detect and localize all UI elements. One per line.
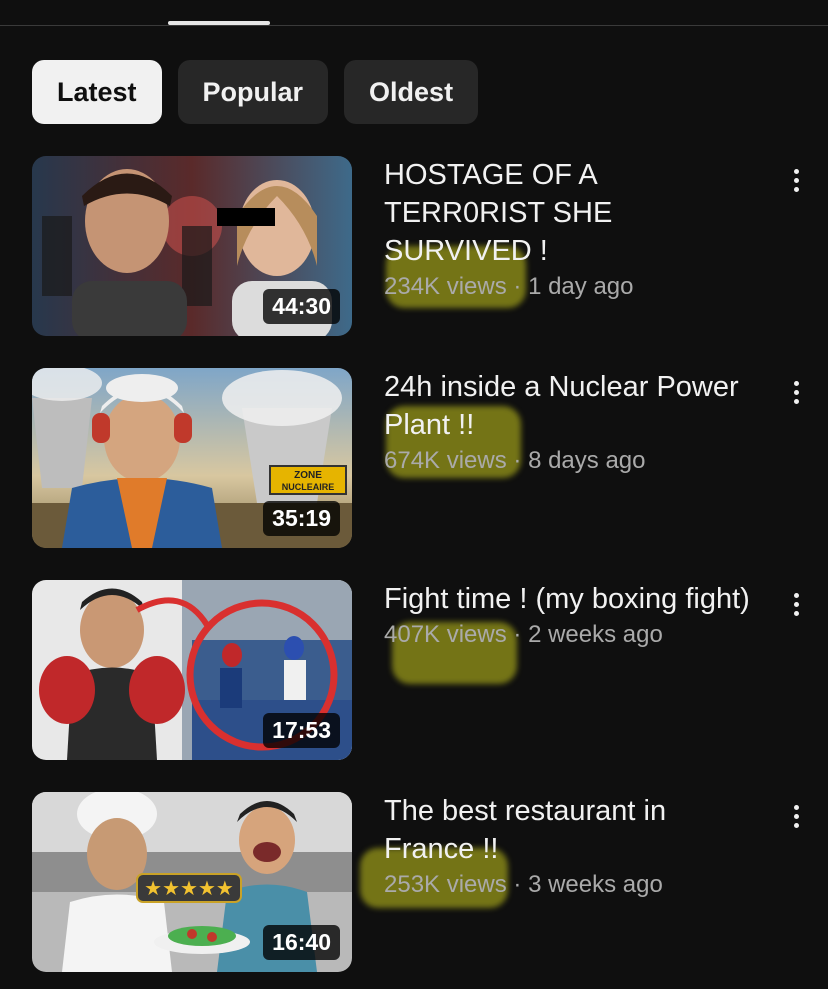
video-title[interactable]: HOSTAGE OF A TERR0RIST SHE SURVIVED ! [384, 156, 764, 270]
video-thumbnail[interactable]: ZONE NUCLEAIRE 35:19 [32, 368, 352, 548]
meta-separator: · [506, 871, 529, 898]
video-item: ★★★★★ 16:40 The best restaurant in Franc… [32, 792, 812, 972]
video-thumbnail[interactable]: ★★★★★ 16:40 [32, 792, 352, 972]
more-options-icon[interactable] [784, 162, 808, 198]
thumbnail-star-badge: ★★★★★ [144, 876, 234, 900]
meta-separator: · [506, 447, 529, 474]
sort-chips: Latest Popular Oldest [32, 60, 479, 124]
video-duration: 16:40 [263, 925, 340, 960]
video-meta: 407K views · 2 weeks ago [384, 618, 764, 652]
view-count: 234K views [384, 273, 507, 300]
video-thumbnail[interactable]: 44:30 [32, 156, 352, 336]
meta-separator: · [506, 273, 529, 300]
video-duration: 44:30 [263, 289, 340, 324]
view-count: 674K views [384, 447, 507, 474]
video-info: HOSTAGE OF A TERR0RIST SHE SURVIVED ! 23… [384, 156, 764, 308]
upload-age: 3 weeks ago [528, 871, 663, 898]
video-duration: 17:53 [263, 713, 340, 748]
video-item: 17:53 Fight time ! (my boxing fight) 407… [32, 580, 812, 760]
top-tab-bar [0, 0, 828, 27]
chip-popular[interactable]: Popular [177, 60, 329, 124]
thumbnail-sign-text: ZONE [294, 470, 322, 481]
thumbnail-sign-text: NUCLEAIRE [282, 482, 335, 492]
video-item: ZONE NUCLEAIRE 35:19 24h inside a Nuclea… [32, 368, 812, 548]
video-title[interactable]: The best restaurant in France !! [384, 792, 764, 868]
video-title[interactable]: 24h inside a Nuclear Power Plant !! [384, 368, 764, 444]
video-thumbnail[interactable]: 17:53 [32, 580, 352, 760]
more-options-icon[interactable] [784, 798, 808, 834]
video-item: 44:30 HOSTAGE OF A TERR0RIST SHE SURVIVE… [32, 156, 812, 336]
video-info: The best restaurant in France !! 253K vi… [360, 792, 764, 908]
view-count: 407K views [384, 621, 507, 648]
chip-latest[interactable]: Latest [32, 60, 162, 124]
video-meta: 674K views · 8 days ago [384, 444, 764, 478]
video-info: 24h inside a Nuclear Power Plant !! 674K… [384, 368, 764, 478]
video-meta: 253K views · 3 weeks ago [384, 868, 764, 902]
meta-separator: · [506, 621, 529, 648]
video-info: Fight time ! (my boxing fight) 407K view… [384, 580, 764, 684]
video-duration: 35:19 [263, 501, 340, 536]
tab-bar-divider [0, 25, 828, 26]
more-options-icon[interactable] [784, 374, 808, 410]
video-title[interactable]: Fight time ! (my boxing fight) [384, 580, 764, 618]
upload-age: 8 days ago [528, 447, 646, 474]
chip-oldest[interactable]: Oldest [344, 60, 479, 124]
video-meta: 234K views · 1 day ago [384, 270, 764, 304]
upload-age: 2 weeks ago [528, 621, 663, 648]
more-options-icon[interactable] [784, 586, 808, 622]
upload-age: 1 day ago [528, 273, 634, 300]
view-count: 253K views [384, 871, 507, 898]
